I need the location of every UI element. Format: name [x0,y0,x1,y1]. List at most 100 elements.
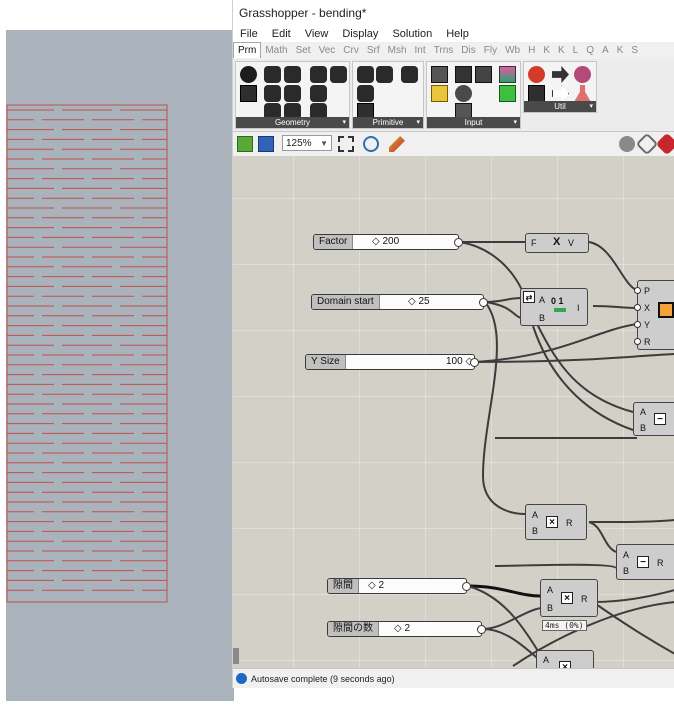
text-param-icon[interactable] [376,66,393,83]
tab-7[interactable]: Int [411,43,430,58]
line-param-icon[interactable] [240,85,257,102]
arc-param-icon[interactable] [310,66,327,83]
preview-mode-selected-icon[interactable] [655,132,674,156]
tab-12[interactable]: H [524,43,539,58]
brep-param-icon[interactable] [310,85,327,102]
slider-gap-count-output-grip[interactable] [477,625,486,634]
number-input-icon[interactable] [475,66,492,83]
slider-domain-start[interactable]: Domain start ◇ 25 [311,294,488,310]
wire [475,323,638,363]
open-file-icon[interactable] [237,136,253,152]
input-expander-icon[interactable]: ▾ [513,117,517,128]
tab-2[interactable]: Set [292,43,315,58]
vector-param-icon[interactable] [264,66,281,83]
relay-icon[interactable] [552,85,569,102]
canvas-scroll-handle[interactable] [233,648,239,664]
slider-y-size-output-grip[interactable] [470,358,479,367]
swatch-icon[interactable] [499,85,516,102]
boolean-param-icon[interactable] [357,66,374,83]
tab-17[interactable]: A [598,43,613,58]
preview-eye-icon[interactable] [363,136,379,152]
slider-gap[interactable]: 隙間 ◇ 2 [327,578,471,594]
surface-param-icon[interactable] [284,85,301,102]
construct-point-component[interactable]: P X Y R [634,280,674,350]
cluster-icon[interactable] [528,85,545,102]
tab-9[interactable]: Dis [457,43,479,58]
galapagos-icon[interactable] [574,66,591,83]
integer-param-icon[interactable] [357,85,374,102]
wire [588,521,617,553]
slider-factor-output-grip[interactable] [454,238,463,247]
multiply-component-2[interactable]: A B × R [540,579,598,617]
menu-solution[interactable]: Solution [385,26,439,42]
bottom-component[interactable]: A × [536,650,594,668]
tab-5[interactable]: Srf [363,43,384,58]
flask-icon[interactable] [574,85,591,102]
tab-8[interactable]: Trns [430,43,458,58]
multiply-1-input-a: A [532,510,539,520]
wire [532,315,634,413]
multiply-component-1[interactable]: A B × R [525,504,587,540]
rhino-viewport[interactable] [6,30,234,701]
slider-gap-output-grip[interactable] [462,582,471,591]
tab-14[interactable]: K [554,43,569,58]
remap-input-b: B [539,313,546,323]
subtract-component-1[interactable]: A B − [633,402,674,436]
tab-1[interactable]: Math [261,43,291,58]
point-input-x: X [644,303,651,313]
colour-param-icon[interactable] [401,66,418,83]
cherry-icon[interactable] [528,66,545,83]
ribbon-panel-geometry: Geometry ▾ [235,61,350,129]
menu-view[interactable]: View [298,26,336,42]
tab-13[interactable]: K [539,43,554,58]
tab-3[interactable]: Vec [315,43,340,58]
point-param-icon[interactable] [240,66,257,83]
primitive-expander-icon[interactable]: ▾ [416,117,420,128]
wire [484,297,522,303]
tab-10[interactable]: Fly [480,43,501,58]
panel-input-icon[interactable] [431,66,448,83]
data-dam-icon[interactable] [552,66,569,83]
tab-18[interactable]: K [613,43,628,58]
slider-y-size[interactable]: Y Size 100 ◇ [305,354,479,370]
calculator-icon[interactable] [455,66,472,83]
gradient-icon[interactable] [499,66,516,83]
grasshopper-canvas[interactable]: Factor ◇ 200 Domain start ◇ 25 Y Size 10… [233,156,674,668]
tab-11[interactable]: Wb [501,43,524,58]
preview-mode-wire-icon[interactable] [635,132,659,156]
wire [588,241,638,291]
slider-factor[interactable]: Factor ◇ 200 [313,234,463,250]
remap-component[interactable]: ⇄ A B 0 1 I [520,288,588,326]
expression-component[interactable]: F X V [525,233,589,253]
knob-icon[interactable] [455,85,472,102]
tab-15[interactable]: L [569,43,583,58]
tab-16[interactable]: Q [582,43,598,58]
subtract-component-2[interactable]: A B − R [616,544,674,580]
ribbon-panel-input-label: Input [464,118,483,127]
tab-4[interactable]: Crv [339,43,363,58]
tab-19[interactable]: S [627,43,642,58]
zoom-extents-icon[interactable] [338,136,354,152]
zoom-dropdown[interactable]: 125% ▼ [282,135,332,151]
menu-file[interactable]: File [233,26,265,42]
slider-domain-start-output-grip[interactable] [479,298,488,307]
slider-domain-start-label: Domain start [312,295,380,309]
menu-edit[interactable]: Edit [265,26,298,42]
value-list-icon[interactable] [431,85,448,102]
sketch-pen-icon[interactable] [389,136,405,152]
curve-param-icon[interactable] [330,66,347,83]
menu-display[interactable]: Display [335,26,385,42]
preview-mode-shaded-icon[interactable] [619,136,635,152]
save-file-icon[interactable] [258,136,274,152]
tab-0[interactable]: Prm [233,42,262,58]
point-input-grip [634,338,641,345]
slider-y-size-label: Y Size [306,355,346,369]
util-expander-icon[interactable]: ▾ [589,101,593,112]
slider-gap-count[interactable]: 隙間の数 ◇ 2 [327,621,486,637]
circle-param-icon[interactable] [284,66,301,83]
plane-param-icon[interactable] [264,85,281,102]
menu-help[interactable]: Help [439,26,476,42]
point-input-grip [634,321,641,328]
geometry-expander-icon[interactable]: ▾ [342,117,346,128]
tab-6[interactable]: Msh [384,43,411,58]
